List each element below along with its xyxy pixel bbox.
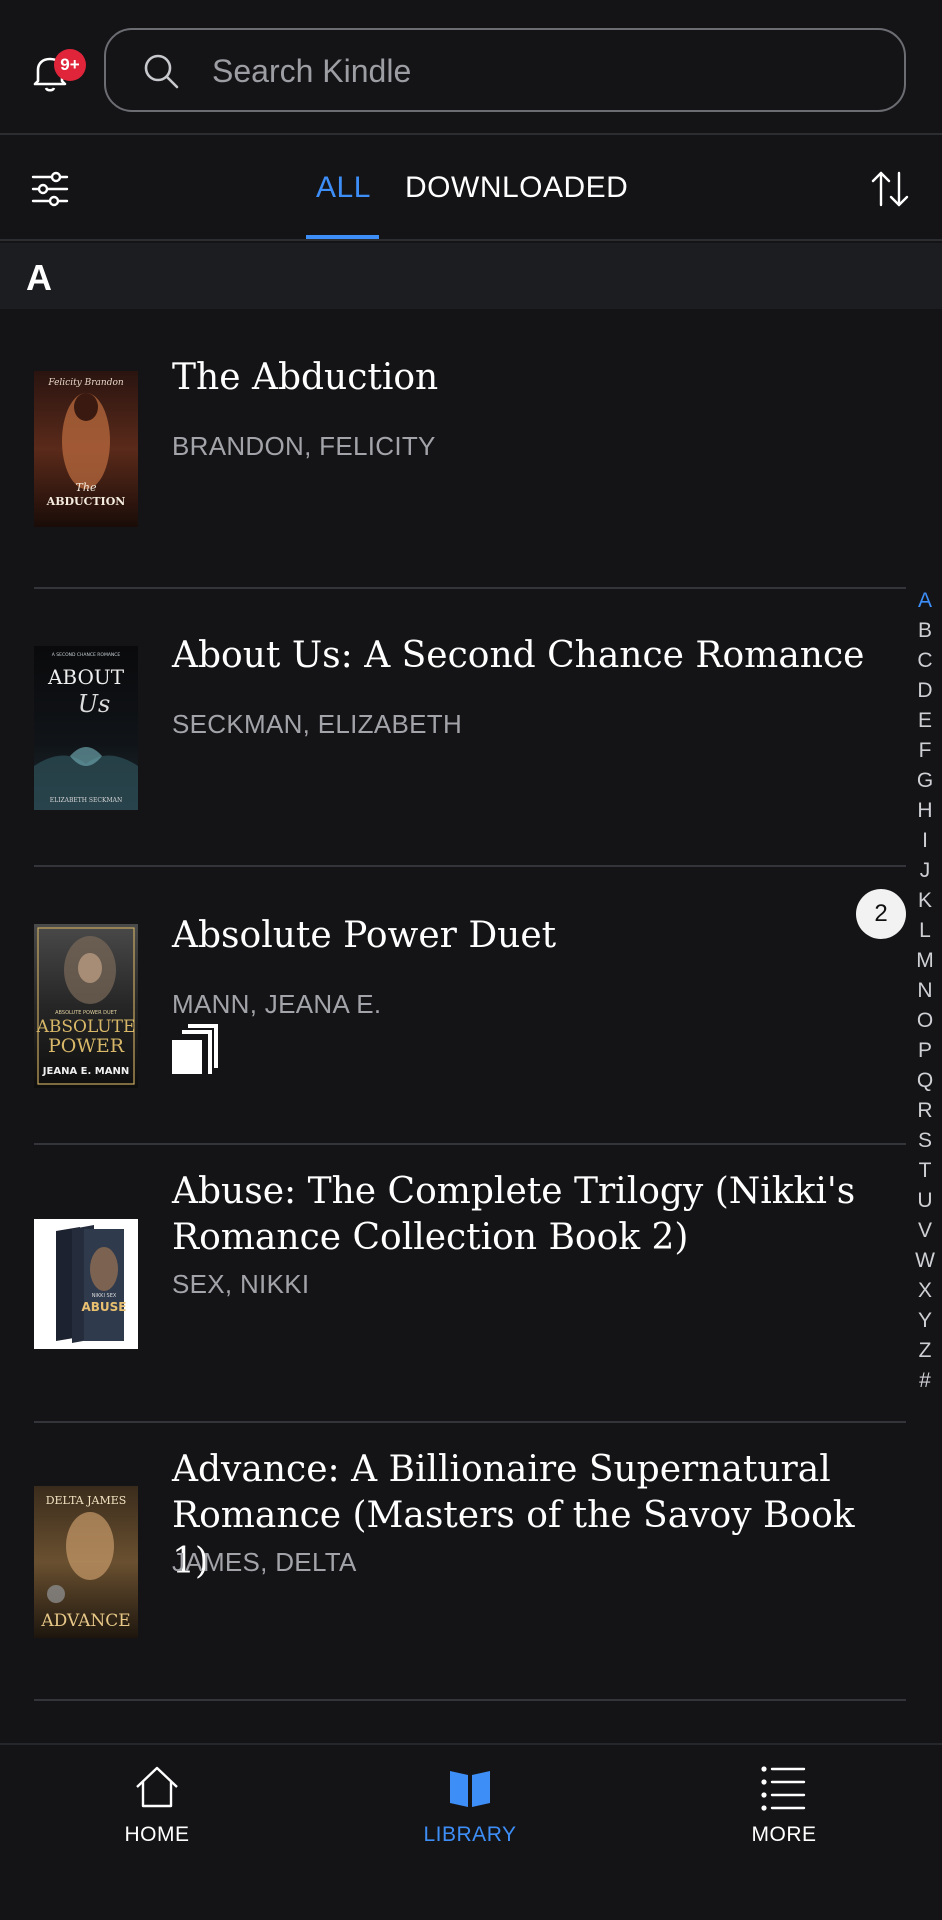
cover-tagline: A SECOND CHANCE ROMANCE xyxy=(52,652,121,658)
alphabet-letter-l[interactable]: L xyxy=(914,916,936,946)
alphabet-letter-n[interactable]: N xyxy=(914,976,936,1006)
cover-title: ABUSE xyxy=(81,1300,126,1314)
cover-title: ABDUCTION xyxy=(46,495,126,508)
nav-library[interactable]: LIBRARY xyxy=(380,1763,560,1847)
book-row[interactable]: ABSOLUTE POWER DUET ABSOLUTE POWER JEANA… xyxy=(0,867,942,1145)
book-cover[interactable]: A SECOND CHANCE ROMANCE ABOUT Us ELIZABE… xyxy=(34,646,138,810)
alphabet-letter-e[interactable]: E xyxy=(914,706,936,736)
book-cover-image: ABUSE NIKKI SEX xyxy=(34,1219,138,1349)
series-icon xyxy=(172,1024,218,1074)
list-icon xyxy=(761,1766,806,1811)
book-title[interactable]: The Abduction xyxy=(172,355,872,401)
top-bar: 9+ xyxy=(0,0,942,135)
alphabet-letter-x[interactable]: X xyxy=(914,1276,936,1306)
kindle-library-screen: 9+ ALL DOWNLOADED A xyxy=(0,0,942,1920)
home-icon xyxy=(136,1766,178,1808)
book-icon xyxy=(450,1771,490,1807)
alphabet-letter-y[interactable]: Y xyxy=(914,1306,936,1336)
cover-title-script: Us xyxy=(78,690,111,718)
row-divider xyxy=(34,1699,906,1701)
section-header: A xyxy=(0,243,942,309)
cover-author: ELIZABETH SECKMAN xyxy=(50,797,122,804)
cover-author: JEANA E. MANN xyxy=(42,1066,129,1077)
alphabet-letter-s[interactable]: S xyxy=(914,1126,936,1156)
book-author: BRANDON, FELICITY xyxy=(172,431,436,461)
book-author: MANN, JEANA E. xyxy=(172,989,382,1019)
cover-author: DELTA JAMES xyxy=(46,1494,127,1507)
cover-title: ABSOLUTE xyxy=(36,1017,136,1037)
alphabet-letter-b[interactable]: B xyxy=(914,616,936,646)
book-author: SECKMAN, ELIZABETH xyxy=(172,709,463,739)
alphabet-letter-r[interactable]: R xyxy=(914,1096,936,1126)
nav-library-label: LIBRARY xyxy=(423,1823,517,1846)
nav-home[interactable]: HOME xyxy=(67,1763,247,1847)
cover-title: ABOUT xyxy=(47,665,125,689)
alphabet-index[interactable]: A B C D E F G H I J K L M N O P Q R S T U V W X Y Z # xyxy=(914,586,936,1396)
alphabet-letter-hash[interactable]: # xyxy=(914,1366,936,1396)
search-box[interactable] xyxy=(104,28,906,112)
book-cover-image: Felicity Brandon The ABDUCTION xyxy=(34,371,138,527)
book-cover[interactable]: ABSOLUTE POWER DUET ABSOLUTE POWER JEANA… xyxy=(34,924,138,1088)
alphabet-letter-o[interactable]: O xyxy=(914,1006,936,1036)
book-cover[interactable]: DELTA JAMES ADVANCE xyxy=(34,1486,138,1638)
alphabet-letter-g[interactable]: G xyxy=(914,766,936,796)
book-cover[interactable]: ABUSE NIKKI SEX xyxy=(34,1219,138,1349)
filter-bar: ALL DOWNLOADED xyxy=(0,137,942,241)
book-title[interactable]: About Us: A Second Chance Romance xyxy=(172,633,872,679)
alphabet-letter-z[interactable]: Z xyxy=(914,1336,936,1366)
alphabet-letter-u[interactable]: U xyxy=(914,1186,936,1216)
tab-all-indicator xyxy=(306,235,379,239)
cover-title-2: POWER xyxy=(48,1035,125,1057)
cover-title: ADVANCE xyxy=(40,1611,130,1631)
search-input[interactable] xyxy=(212,44,872,98)
alphabet-letter-j[interactable]: J xyxy=(914,856,936,886)
alphabet-letter-d[interactable]: D xyxy=(914,676,936,706)
cover-title-small: The xyxy=(76,481,97,494)
cover-author: Felicity Brandon xyxy=(47,378,124,388)
cover-tagline: ABSOLUTE POWER DUET xyxy=(55,1010,118,1016)
alphabet-letter-m[interactable]: M xyxy=(914,946,936,976)
book-cover-image: A SECOND CHANCE ROMANCE ABOUT Us ELIZABE… xyxy=(34,646,138,810)
tab-all[interactable]: ALL xyxy=(316,171,371,205)
bottom-nav: HOME LIBRARY MORE xyxy=(0,1743,942,1920)
alphabet-letter-p[interactable]: P xyxy=(914,1036,936,1066)
section-letter: A xyxy=(26,257,52,298)
book-row[interactable]: ABUSE NIKKI SEX Abuse: The Complete Tril… xyxy=(0,1145,942,1423)
alphabet-letter-v[interactable]: V xyxy=(914,1216,936,1246)
nav-more[interactable]: MORE xyxy=(694,1763,874,1847)
book-cover[interactable]: Felicity Brandon The ABDUCTION xyxy=(34,371,138,527)
notification-badge: 9+ xyxy=(54,49,86,81)
count-bubble: 2 xyxy=(856,889,906,939)
alphabet-letter-h[interactable]: H xyxy=(914,796,936,826)
book-title[interactable]: Abuse: The Complete Trilogy (Nikki's Rom… xyxy=(172,1169,872,1261)
book-row[interactable]: A SECOND CHANCE ROMANCE ABOUT Us ELIZABE… xyxy=(0,589,942,867)
book-cover-image: ABSOLUTE POWER DUET ABSOLUTE POWER JEANA… xyxy=(34,924,138,1088)
alphabet-letter-c[interactable]: C xyxy=(914,646,936,676)
book-cover-image: DELTA JAMES ADVANCE xyxy=(34,1486,138,1638)
tab-downloaded[interactable]: DOWNLOADED xyxy=(405,171,628,205)
book-author: JAMES, DELTA xyxy=(172,1547,357,1577)
book-row[interactable]: Felicity Brandon The ABDUCTION The Abduc… xyxy=(0,311,942,589)
book-row[interactable]: DELTA JAMES ADVANCE Advance: A Billionai… xyxy=(0,1423,942,1701)
alphabet-letter-f[interactable]: F xyxy=(914,736,936,766)
search-icon xyxy=(144,54,179,89)
sort-icon[interactable] xyxy=(868,167,912,211)
cover-author: NIKKI SEX xyxy=(92,1293,117,1299)
filter-icon[interactable] xyxy=(30,169,70,209)
book-title[interactable]: Absolute Power Duet xyxy=(172,913,872,959)
alphabet-letter-t[interactable]: T xyxy=(914,1156,936,1186)
alphabet-letter-a[interactable]: A xyxy=(914,586,936,616)
nav-more-label: MORE xyxy=(751,1823,817,1846)
alphabet-letter-q[interactable]: Q xyxy=(914,1066,936,1096)
book-author: SEX, NIKKI xyxy=(172,1269,310,1299)
alphabet-letter-k[interactable]: K xyxy=(914,886,936,916)
alphabet-letter-i[interactable]: I xyxy=(914,826,936,856)
nav-home-label: HOME xyxy=(124,1823,190,1846)
alphabet-letter-w[interactable]: W xyxy=(914,1246,936,1276)
